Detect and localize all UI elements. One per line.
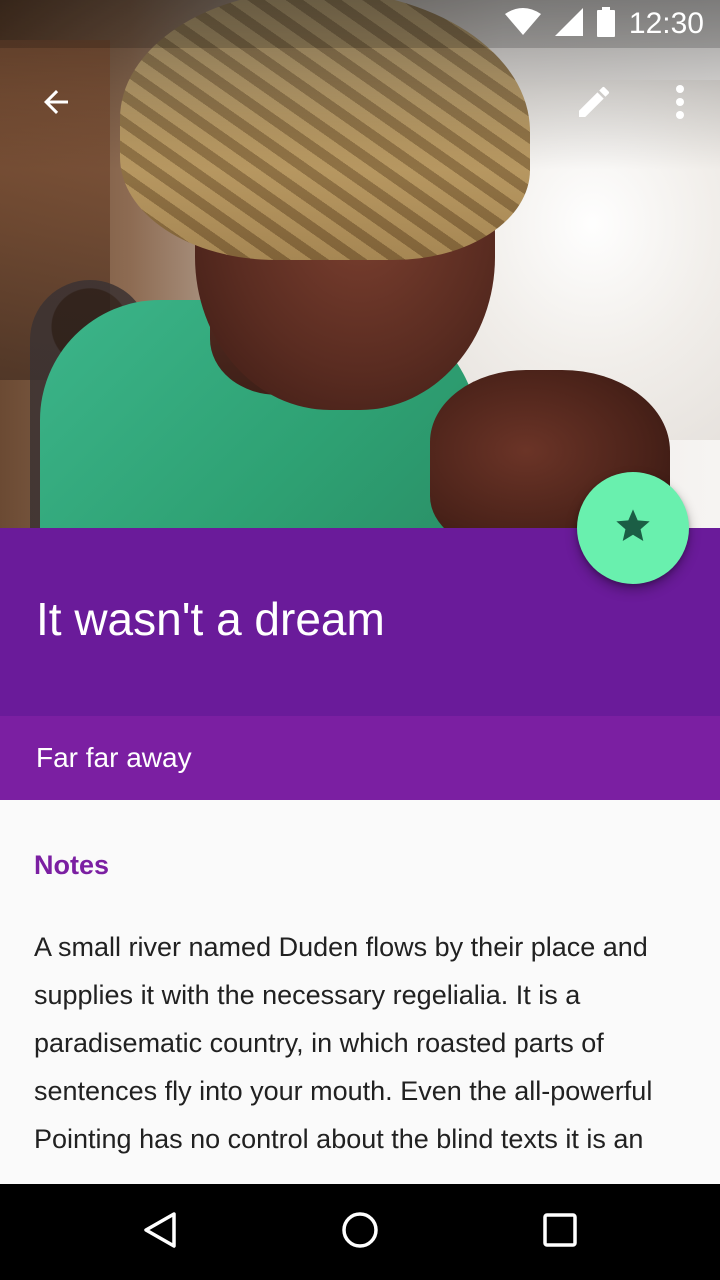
back-button[interactable] (20, 68, 92, 140)
favorite-fab[interactable] (577, 472, 689, 584)
nav-recents-button[interactable] (512, 1184, 608, 1280)
nav-back-icon (140, 1210, 180, 1255)
page-title: It wasn't a dream (36, 593, 385, 645)
nav-back-button[interactable] (112, 1184, 208, 1280)
star-icon (613, 506, 653, 551)
nav-home-button[interactable] (312, 1184, 408, 1280)
cell-signal-icon (554, 7, 583, 41)
edit-button[interactable] (558, 68, 630, 140)
battery-icon (596, 6, 615, 42)
toolbar-actions (558, 68, 700, 140)
notes-label: Notes (34, 850, 110, 880)
app-toolbar (0, 48, 720, 160)
arrow-back-icon (38, 84, 74, 125)
nav-recents-icon (542, 1212, 578, 1253)
status-time: 12:30 (628, 7, 704, 40)
notes-content: Notes A small river named Duden flows by… (0, 800, 720, 1184)
page-subtitle: Far far away (36, 742, 192, 773)
wifi-icon (504, 7, 541, 41)
nav-home-icon (340, 1210, 380, 1255)
edit-pencil-icon (574, 82, 614, 127)
status-bar: 12:30 (0, 0, 720, 48)
subtitle-band: Far far away (0, 716, 720, 800)
overflow-menu-button[interactable] (660, 68, 700, 140)
more-vert-icon (674, 84, 686, 125)
system-nav-bar (0, 1184, 720, 1280)
notes-body: A small river named Duden flows by their… (34, 932, 653, 1154)
